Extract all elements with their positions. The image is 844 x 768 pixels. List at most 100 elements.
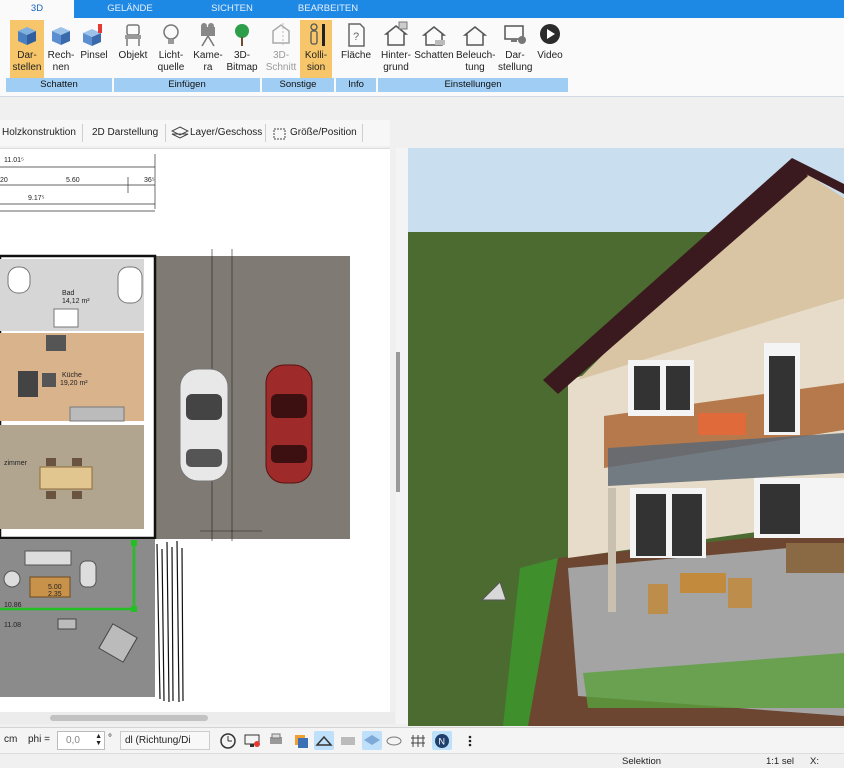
tab-gelaende[interactable]: GELÄNDE [88, 0, 172, 18]
group-einfuegen: Einfügen [114, 78, 260, 92]
holzkonstruktion-button[interactable]: Holzkonstruktion [2, 125, 76, 141]
group-einstellungen: Einstellungen [378, 78, 568, 92]
phi-input-value: 0,0 [66, 735, 80, 746]
hintergrund-label: Hinter- grund [380, 50, 411, 73]
view-splitter[interactable] [396, 148, 408, 724]
camera-icon [201, 23, 215, 47]
flaeche-label: Fläche [340, 50, 371, 61]
plan-horizontal-scrollbar[interactable] [0, 712, 395, 724]
tree-icon [235, 24, 249, 46]
spin-buttons-icon[interactable]: ▲ ▼ [95, 733, 102, 747]
room-name-bad: Bad [62, 290, 75, 297]
schatten-label: Schatten [414, 50, 454, 61]
clock-icon[interactable] [218, 731, 238, 750]
tab-sichten[interactable]: SICHTEN [190, 0, 274, 18]
dimension-label: 10.86 [4, 602, 22, 609]
bitmap-button[interactable]: 3D- Bitmap [226, 20, 258, 78]
play-video-icon [540, 24, 560, 44]
terrain-icon[interactable] [384, 731, 404, 750]
print-icon[interactable] [266, 731, 286, 750]
room-area-bad: 14,12 m² [62, 298, 90, 305]
kamera-button[interactable]: Kame- ra [192, 20, 224, 78]
roof-view-icon[interactable] [314, 731, 334, 750]
dimension-label: 11.08 [4, 622, 21, 629]
terrace[interactable] [0, 539, 155, 697]
lightbulb-icon [163, 24, 179, 44]
red-car[interactable] [265, 364, 313, 484]
kamera-label: Kame- ra [193, 50, 223, 73]
room-area-kueche: 19,20 m² [60, 380, 88, 387]
floor-view-icon[interactable] [362, 731, 382, 750]
chair-icon [125, 24, 141, 46]
unit-label: cm [4, 734, 18, 745]
video-label: Video [537, 50, 563, 61]
darstellen-label: Dar- stellen [12, 50, 42, 73]
north-arrow-icon[interactable]: N [432, 731, 452, 750]
beleuchtung-label: Beleuch- tung [456, 50, 496, 73]
rechnen-button[interactable]: Rech- nen [46, 20, 76, 78]
darstellung-button[interactable]: Dar- stellung [498, 20, 532, 78]
room-name-zimmer: zimmer [4, 460, 28, 467]
svg-text:N: N [439, 737, 446, 747]
ribbon: Dar- stellen Rech- nen Pinsel Objekt Lic… [0, 18, 844, 97]
3d-view[interactable] [408, 148, 844, 726]
info-document-icon: ? [348, 23, 365, 47]
objekt-button[interactable]: Objekt [116, 20, 150, 78]
direction-dropdown-value: dl (Richtung/Di [125, 735, 191, 746]
schatten-button[interactable]: Schatten [414, 20, 454, 78]
x-coordinate-label: X: [810, 756, 819, 767]
kollision-button[interactable]: Kolli- sion [300, 20, 332, 78]
input-row: cm phi = 0,0 ▲ ▼ ° dl (Richtung/Di N [0, 727, 844, 753]
lounge-set [786, 543, 844, 573]
monitor-icon[interactable] [242, 731, 262, 750]
hintergrund-button[interactable]: Hinter- grund [378, 20, 414, 78]
layers-icon [171, 126, 189, 139]
scale-text: 1:1 sel [766, 756, 794, 767]
floor-plan-view[interactable]: 11.01⁵ 5.60 36⁵ 9.17⁵ 20 Bad 14,12 m² Kü… [0, 148, 390, 719]
terrace-dimension-sub: 2.35 [48, 591, 62, 598]
terrace-dimension: 5.00 [48, 584, 62, 591]
bitmap-label: 3D- Bitmap [226, 50, 258, 73]
kollision-label: Kolli- sion [304, 50, 328, 73]
beleuchtung-button[interactable]: Beleuch- tung [456, 20, 496, 78]
flaeche-button[interactable]: ? Fläche [338, 20, 374, 78]
schnitt-label: 3D- Schnitt [265, 50, 297, 73]
splitter-handle[interactable] [396, 352, 400, 492]
toolbar-divider [362, 124, 363, 142]
video-button[interactable]: Video [534, 20, 566, 78]
resize-icon [273, 128, 286, 140]
plan-toolbar: Holzkonstruktion 2D Darstellung Layer/Ge… [0, 120, 390, 146]
group-info: Info [336, 78, 376, 92]
grid-icon[interactable] [408, 731, 428, 750]
lichtquelle-button[interactable]: Licht- quelle [152, 20, 190, 78]
layer-color-icon[interactable] [290, 731, 310, 750]
floor-plan-canvas: 11.01⁵ 5.60 36⁵ 9.17⁵ 20 Bad 14,12 m² Kü… [0, 154, 350, 707]
2d-darstellung-button[interactable]: 2D Darstellung [92, 125, 158, 141]
layer-geschoss-button[interactable]: Layer/Geschoss [190, 125, 262, 141]
toolbar-divider [82, 124, 83, 142]
tab-3d[interactable]: 3D [0, 0, 74, 18]
dimension-label: 11.01⁵ [4, 157, 24, 164]
room-name-kueche: Küche [62, 372, 82, 379]
rechnen-label: Rech- nen [47, 50, 75, 73]
wall-texture-icon[interactable] [338, 731, 358, 750]
dimension-label: 36⁵ [144, 177, 155, 184]
lichtquelle-label: Licht- quelle [157, 50, 185, 73]
more-options-icon[interactable] [460, 731, 480, 750]
patio-table [680, 573, 726, 593]
house-shadow-icon [421, 26, 447, 46]
direction-dropdown[interactable]: dl (Richtung/Di [120, 731, 210, 750]
pinsel-label: Pinsel [80, 50, 108, 61]
white-car[interactable] [179, 368, 229, 482]
scrollbar-thumb[interactable] [50, 715, 208, 721]
objekt-label: Objekt [118, 50, 148, 61]
phi-input[interactable]: 0,0 ▲ ▼ [57, 731, 105, 750]
toolbar-divider [265, 124, 266, 142]
person-collision-icon [310, 23, 325, 46]
group-schatten: Schatten [6, 78, 112, 92]
darstellen-button[interactable]: Dar- stellen [10, 20, 44, 78]
tab-bearbeiten[interactable]: BEARBEITEN [286, 0, 370, 18]
groesse-position-button[interactable]: Größe/Position [290, 125, 357, 141]
schnitt-button[interactable]: 3D- Schnitt [264, 20, 298, 78]
pinsel-button[interactable]: Pinsel [78, 20, 110, 78]
